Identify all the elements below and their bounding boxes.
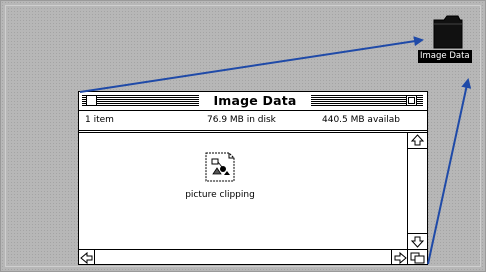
scroll-down-button[interactable]	[408, 233, 427, 249]
window-content: picture clipping	[79, 133, 407, 249]
picture-clipping-icon[interactable]	[203, 151, 237, 183]
item-count: 1 item	[85, 115, 114, 125]
resize-icon	[410, 252, 425, 264]
arrow-up-icon	[410, 134, 425, 146]
scroll-right-button[interactable]	[391, 250, 407, 265]
folder-icon	[433, 15, 463, 49]
horizontal-scrollbar[interactable]	[79, 249, 407, 265]
disk-usage: 76.9 MB in disk	[207, 115, 276, 125]
desktop-folder-icon[interactable]	[428, 12, 468, 52]
title-stripes-left	[82, 95, 199, 106]
arrow-down-icon	[410, 236, 425, 248]
desktop-folder-label[interactable]: Image Data	[418, 50, 472, 63]
arrow-right-icon	[394, 251, 407, 265]
finder-window: Image Data 1 item 76.9 MB in disk 440.5 …	[78, 91, 428, 265]
scroll-left-button[interactable]	[79, 250, 95, 265]
grow-box[interactable]	[407, 249, 427, 264]
vertical-scrollbar[interactable]	[407, 133, 427, 249]
window-title: Image Data	[199, 92, 311, 110]
zoom-box-inner	[408, 97, 415, 104]
info-bar: 1 item 76.9 MB in disk 440.5 MB availab	[79, 111, 427, 130]
title-bar[interactable]: Image Data	[79, 92, 427, 111]
scroll-up-button[interactable]	[408, 133, 427, 149]
info-divider-top	[79, 130, 427, 131]
disk-available: 440.5 MB availab	[322, 115, 401, 125]
close-box[interactable]	[86, 95, 97, 106]
clipping-icon	[205, 152, 235, 182]
file-label[interactable]: picture clipping	[165, 189, 275, 201]
arrow-left-icon	[80, 251, 93, 265]
zoom-box[interactable]	[406, 95, 417, 106]
